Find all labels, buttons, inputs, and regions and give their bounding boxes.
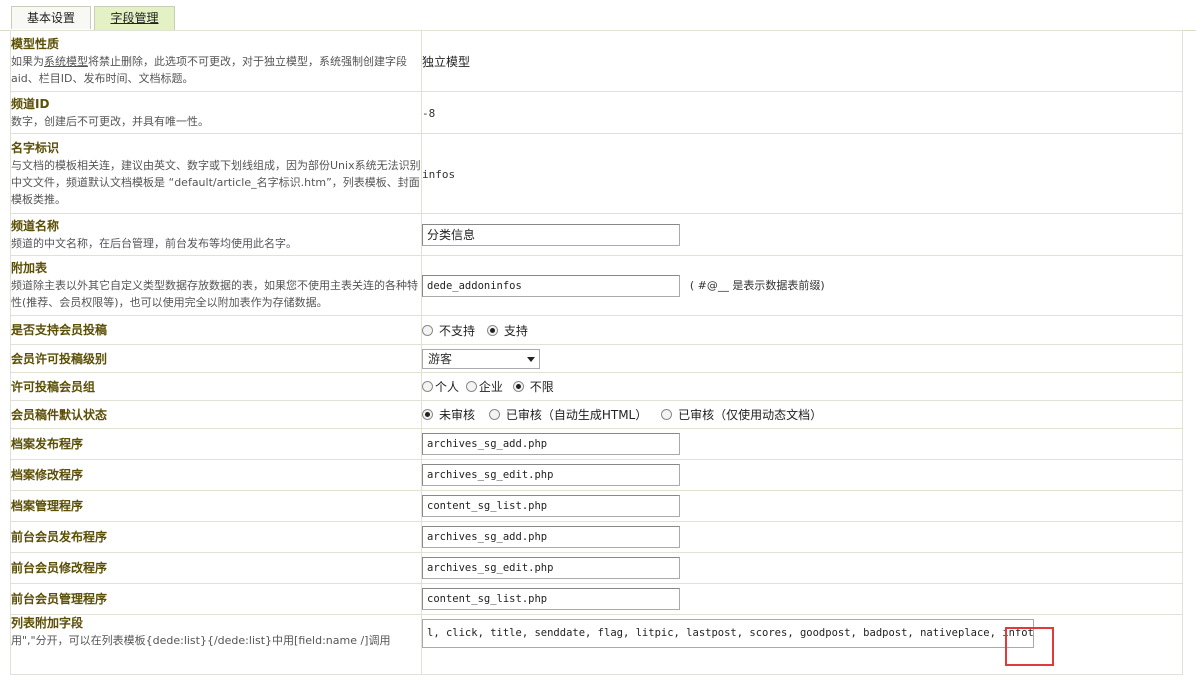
label-member-group: 许可投稿会员组 [11, 379, 96, 394]
front-edit-program-input[interactable] [422, 557, 680, 579]
tab-basic-settings[interactable]: 基本设置 [11, 6, 91, 29]
desc-addon-table: 频道除主表以外其它自定义类型数据存放数据的表，如果您不使用主表关连的各种特性(推… [11, 279, 418, 309]
radio-unreviewed[interactable]: 未审核 [422, 406, 475, 423]
label-front-edit-program: 前台会员修改程序 [11, 561, 108, 575]
channel-name-input[interactable] [422, 223, 680, 246]
label-archive-manage-program: 档案管理程序 [11, 499, 84, 513]
channel-id-value: -8 [422, 106, 436, 120]
radio-reviewed-dynamic[interactable]: 已审核（仅使用动态文档） [661, 406, 822, 423]
row-channel-id: 频道ID 数字，创建后不可更改，并具有唯一性。 -8 [10, 91, 1183, 134]
radio-unlimited-label: 不限 [529, 380, 554, 394]
radio-personal-label: 个人 [435, 380, 460, 394]
row-default-state: 会员稿件默认状态 未审核 已审核（自动生成HTML） 已审核（仅使用动态文档） [10, 400, 1183, 429]
label-addon-table: 附加表 [11, 261, 48, 275]
row-model-nature: 模型性质 如果为系统模型将禁止删除，此选项不可更改，对于独立模型，系统强制创建字… [10, 30, 1183, 92]
row-member-post: 是否支持会员投稿 不支持 支持 [10, 315, 1183, 345]
radio-reviewed-html[interactable]: 已审核（自动生成HTML） [488, 406, 648, 423]
label-default-state: 会员稿件默认状态 [11, 407, 108, 422]
radio-enterprise[interactable]: 企业 [465, 378, 503, 395]
list-fields-input[interactable]: l, click, title, senddate, flag, litpic,… [422, 619, 1034, 648]
row-member-level: 会员许可投稿级别 游客 [10, 344, 1183, 373]
row-front-edit-program: 前台会员修改程序 [10, 552, 1183, 584]
row-front-manage-program: 前台会员管理程序 [10, 583, 1183, 615]
radio-not-support-label: 不支持 [439, 323, 476, 338]
radio-personal-control[interactable] [422, 381, 433, 392]
tab-bar: 基本设置 字段管理 [0, 0, 1196, 31]
archive-manage-program-input[interactable] [422, 495, 680, 517]
radio-reviewed-dynamic-label: 已审核（仅使用动态文档） [678, 408, 823, 422]
radio-enterprise-label: 企业 [478, 380, 503, 394]
radio-unlimited[interactable]: 不限 [512, 378, 554, 395]
label-member-post: 是否支持会员投稿 [11, 323, 108, 337]
row-list-fields: 列表附加字段 用","分开，可以在列表模板{dede:list}{/dede:l… [10, 614, 1183, 675]
desc-list-fields: 用","分开，可以在列表模板{dede:list}{/dede:list}中用[… [11, 634, 391, 647]
desc-model-nature-part1: 如果为 [11, 54, 44, 68]
label-model-nature: 模型性质 [11, 36, 60, 51]
row-archive-manage-program: 档案管理程序 [10, 490, 1183, 522]
radio-support-control[interactable] [486, 324, 498, 336]
archive-edit-program-input[interactable] [422, 464, 680, 486]
row-addon-table: 附加表 频道除主表以外其它自定义类型数据存放数据的表，如果您不使用主表关连的各种… [10, 255, 1183, 316]
label-archive-add-program: 档案发布程序 [11, 437, 84, 451]
member-level-select[interactable]: 游客 [422, 348, 540, 369]
chevron-down-icon [527, 356, 535, 362]
model-nature-value: 独立模型 [422, 54, 471, 69]
radio-reviewed-html-control[interactable] [488, 409, 500, 420]
row-channel-name: 频道名称 频道的中文名称，在后台管理，前台发布等均使用此名字。 [10, 213, 1183, 256]
addon-table-input[interactable] [422, 274, 680, 297]
desc-model-nature: 如果为系统模型将禁止删除，此选项不可更改，对于独立模型，系统强制创建字段aid、… [11, 53, 421, 87]
member-level-value: 游客 [428, 351, 453, 366]
radio-reviewed-html-label: 已审核（自动生成HTML） [505, 408, 648, 422]
radio-personal[interactable]: 个人 [422, 378, 459, 395]
radio-reviewed-dynamic-control[interactable] [661, 409, 673, 420]
radio-enterprise-control[interactable] [465, 381, 477, 392]
radio-unlimited-control[interactable] [512, 381, 524, 392]
label-list-fields: 列表附加字段 [11, 616, 84, 630]
desc-name-identifier: 与文档的模板相关连，建议由英文、数字或下划线组成，因为部份Unix系统无法识别中… [11, 158, 421, 206]
row-front-add-program: 前台会员发布程序 [10, 521, 1183, 553]
row-archive-add-program: 档案发布程序 [10, 428, 1183, 460]
table-prefix-hint: ( #@__ 是表示数据表前缀) [689, 278, 825, 292]
row-archive-edit-program: 档案修改程序 [10, 459, 1183, 491]
system-model-link: 系统模型 [44, 54, 88, 68]
archive-add-program-input[interactable] [422, 433, 680, 455]
front-manage-program-input[interactable] [422, 588, 680, 610]
radio-not-support-control[interactable] [422, 324, 433, 336]
desc-channel-id: 数字，创建后不可更改，并具有唯一性。 [11, 114, 209, 128]
label-front-manage-program: 前台会员管理程序 [11, 592, 108, 606]
row-name-identifier: 名字标识 与文档的模板相关连，建议由英文、数字或下划线组成，因为部份Unix系统… [10, 133, 1183, 214]
label-channel-name: 频道名称 [11, 218, 60, 233]
radio-support[interactable]: 支持 [486, 322, 528, 339]
label-member-level: 会员许可投稿级别 [11, 351, 108, 366]
radio-unreviewed-control[interactable] [422, 409, 433, 420]
name-identifier-value: infos [422, 167, 456, 181]
tab-field-management[interactable]: 字段管理 [94, 6, 175, 30]
label-front-add-program: 前台会员发布程序 [11, 530, 108, 544]
desc-channel-name: 频道的中文名称，在后台管理，前台发布等均使用此名字。 [11, 236, 297, 250]
label-archive-edit-program: 档案修改程序 [11, 468, 84, 482]
label-name-identifier: 名字标识 [11, 140, 60, 155]
radio-support-label: 支持 [503, 323, 528, 338]
label-channel-id: 频道ID [11, 96, 50, 111]
model-settings-table: 模型性质 如果为系统模型将禁止删除，此选项不可更改，对于独立模型，系统强制创建字… [10, 30, 1183, 675]
front-add-program-input[interactable] [422, 526, 680, 548]
row-member-group: 许可投稿会员组 个人 企业 不限 [10, 372, 1183, 401]
radio-unreviewed-label: 未审核 [439, 408, 476, 422]
radio-not-support[interactable]: 不支持 [422, 322, 475, 339]
